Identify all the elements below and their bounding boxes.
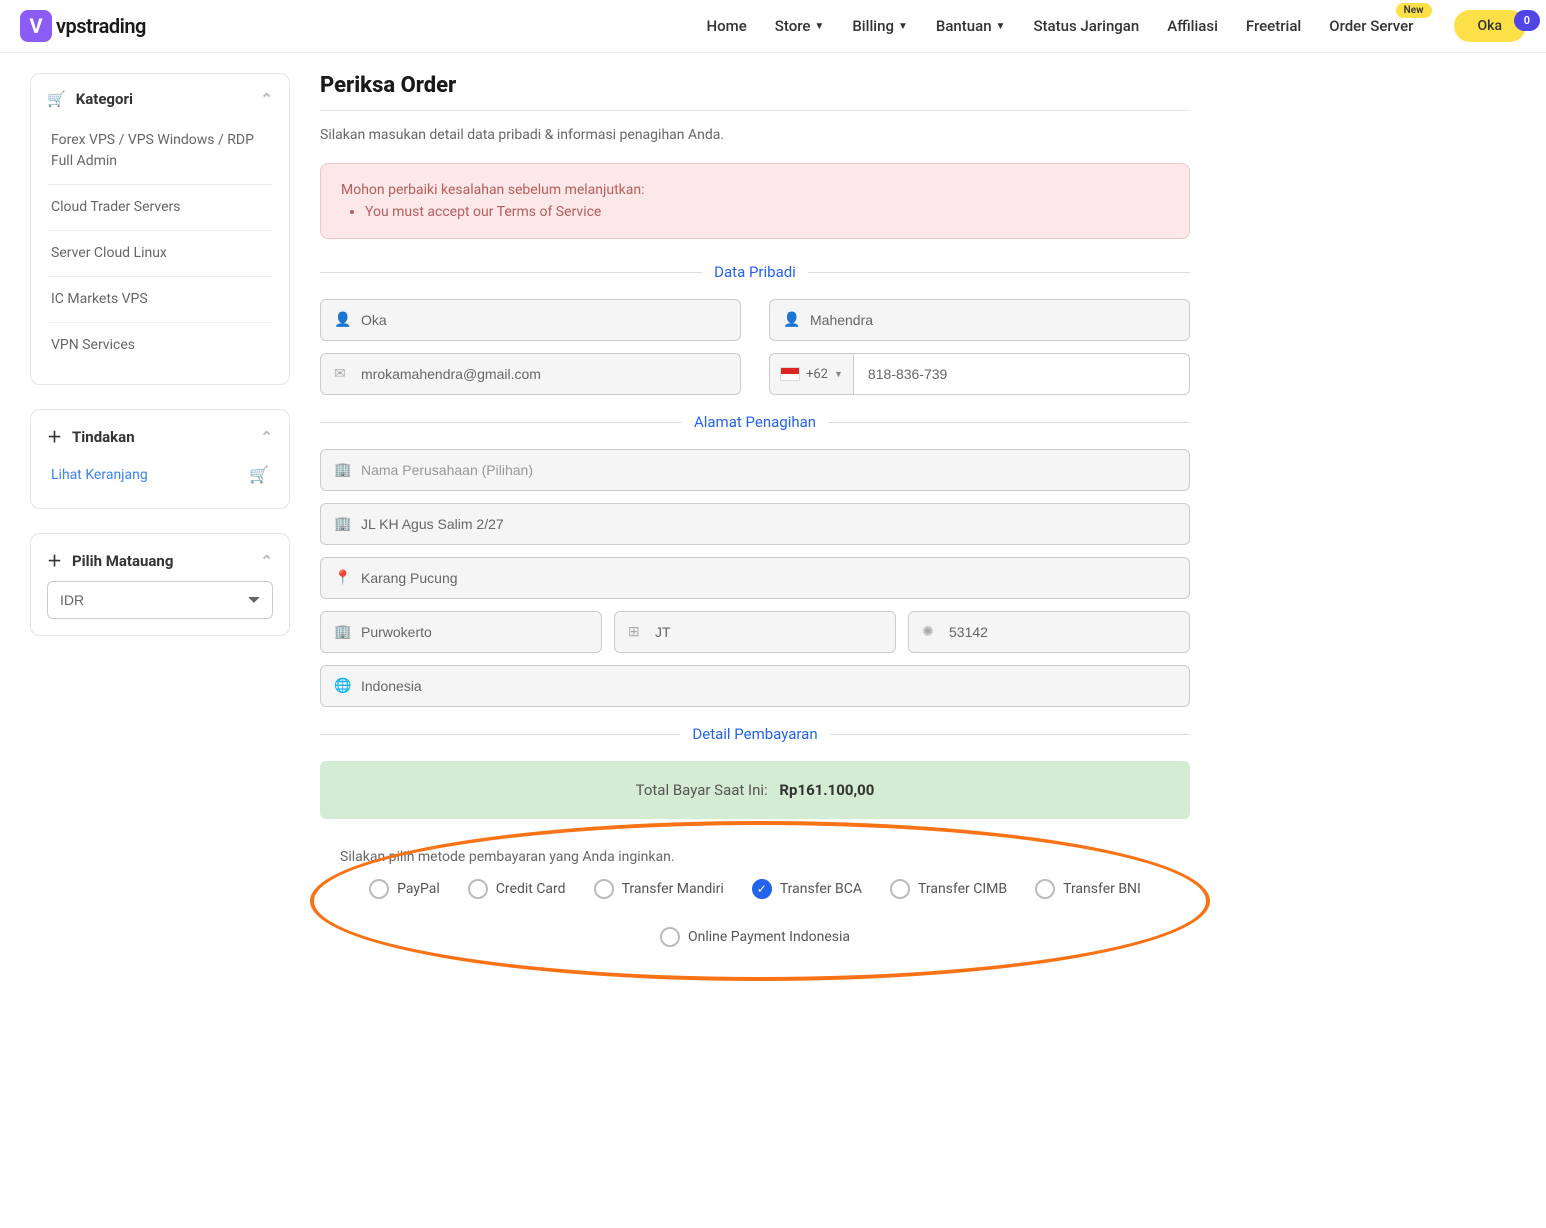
view-cart-link[interactable]: Lihat Keranjang — [51, 467, 148, 483]
alert-title: Mohon perbaiki kesalahan sebelum melanju… — [341, 182, 1169, 198]
plus-icon: ＋ — [47, 426, 62, 447]
logo-text: vpstrading — [56, 14, 146, 38]
globe-icon: 🌐 — [334, 678, 351, 694]
plus-icon: ＋ — [47, 550, 62, 571]
currency-panel: ＋ Pilih Matauang ⌃ IDR — [30, 533, 290, 636]
nav-status[interactable]: Status Jaringan — [1033, 17, 1139, 35]
phone-input[interactable] — [853, 353, 1190, 395]
map-icon: ⊞ — [628, 624, 640, 640]
logo[interactable]: V vpstrading — [20, 10, 146, 42]
country-input[interactable] — [320, 665, 1190, 707]
city-input[interactable] — [320, 557, 1190, 599]
currency-select[interactable]: IDR — [47, 581, 273, 619]
category-item[interactable]: Forex VPS / VPS Windows / RDP Full Admin — [47, 118, 273, 185]
chevron-up-icon: ⌃ — [260, 90, 273, 108]
chevron-down-icon: ▼ — [814, 21, 824, 32]
pin-icon: 📍 — [334, 570, 351, 586]
nav-bantuan[interactable]: Bantuan▼ — [936, 17, 1006, 35]
tindakan-header[interactable]: ＋ Tindakan ⌃ — [47, 426, 273, 447]
currency-header[interactable]: ＋ Pilih Matauang ⌃ — [47, 550, 273, 571]
section-billing-address: Alamat Penagihan — [320, 413, 1190, 431]
last-name-input[interactable] — [769, 299, 1190, 341]
building-icon: 🏢 — [334, 462, 351, 478]
page-title: Periksa Order — [320, 73, 1190, 98]
first-name-input[interactable] — [320, 299, 741, 341]
section-personal-data: Data Pribadi — [320, 263, 1190, 281]
phone-country-select[interactable]: +62 ▼ — [769, 353, 853, 395]
certificate-icon: ✺ — [922, 624, 934, 640]
district-input[interactable] — [320, 611, 602, 653]
sidebar: 🛒 Kategori ⌃ Forex VPS / VPS Windows / R… — [30, 73, 290, 957]
payment-mandiri[interactable]: Transfer Mandiri — [594, 879, 724, 899]
page-subtitle: Silakan masukan detail data pribadi & in… — [320, 127, 1190, 143]
category-item[interactable]: Server Cloud Linux — [47, 231, 273, 277]
logo-icon: V — [20, 10, 52, 42]
email-input[interactable] — [320, 353, 741, 395]
cart-icon: 🛒 — [249, 465, 269, 484]
total-amount: Rp161.100,00 — [779, 781, 874, 799]
main-content: Periksa Order Silakan masukan detail dat… — [320, 73, 1190, 957]
address-input[interactable] — [320, 503, 1190, 545]
payment-bni[interactable]: Transfer BNI — [1035, 879, 1141, 899]
payment-bca[interactable]: ✓Transfer BCA — [752, 879, 862, 899]
payment-credit-card[interactable]: Credit Card — [468, 879, 566, 899]
payment-online-indonesia[interactable]: Online Payment Indonesia — [660, 927, 850, 947]
chevron-up-icon: ⌃ — [260, 552, 273, 570]
nav-freetrial[interactable]: Freetrial — [1246, 17, 1301, 35]
nav-billing[interactable]: Billing▼ — [852, 17, 908, 35]
payment-paypal[interactable]: PayPal — [369, 879, 440, 899]
user-icon: 👤 — [783, 312, 800, 328]
flag-icon — [780, 367, 800, 381]
alert-item: You must accept our Terms of Service — [365, 204, 1169, 220]
nav-store[interactable]: Store▼ — [775, 17, 825, 35]
chevron-down-icon: ▼ — [834, 369, 843, 380]
category-list: Forex VPS / VPS Windows / RDP Full Admin… — [47, 118, 273, 368]
envelope-icon: ✉ — [334, 366, 346, 382]
phone-input-group: +62 ▼ — [769, 353, 1190, 395]
payment-section: Silakan pilih metode pembayaran yang And… — [320, 839, 1190, 957]
user-icon: 👤 — [334, 312, 351, 328]
category-item[interactable]: Cloud Trader Servers — [47, 185, 273, 231]
main-nav: Home Store▼ Billing▼ Bantuan▼ Status Jar… — [707, 17, 1414, 35]
payment-instruction: Silakan pilih metode pembayaran yang And… — [340, 849, 1170, 865]
tindakan-panel: ＋ Tindakan ⌃ Lihat Keranjang 🛒 — [30, 409, 290, 509]
category-item[interactable]: VPN Services — [47, 323, 273, 368]
kategori-panel: 🛒 Kategori ⌃ Forex VPS / VPS Windows / R… — [30, 73, 290, 385]
building-icon: 🏢 — [334, 516, 351, 532]
nav-home[interactable]: Home — [707, 17, 747, 35]
kategori-header[interactable]: 🛒 Kategori ⌃ — [47, 90, 273, 108]
cart-count-badge[interactable]: 0 — [1514, 10, 1540, 31]
error-alert: Mohon perbaiki kesalahan sebelum melanju… — [320, 163, 1190, 239]
total-box: Total Bayar Saat Ini: Rp161.100,00 — [320, 761, 1190, 819]
chevron-down-icon: ▼ — [898, 21, 908, 32]
cart-icon: 🛒 — [47, 90, 66, 108]
divider — [320, 110, 1190, 111]
header: V vpstrading Home Store▼ Billing▼ Bantua… — [0, 0, 1546, 53]
postal-input[interactable] — [908, 611, 1190, 653]
chevron-down-icon: ▼ — [996, 21, 1006, 32]
payment-cimb[interactable]: Transfer CIMB — [890, 879, 1007, 899]
category-item[interactable]: IC Markets VPS — [47, 277, 273, 323]
new-badge: New — [1396, 3, 1432, 18]
section-payment-details: Detail Pembayaran — [320, 725, 1190, 743]
building-icon: 🏢 — [334, 624, 351, 640]
nav-affiliasi[interactable]: Affiliasi — [1167, 17, 1218, 35]
chevron-up-icon: ⌃ — [260, 428, 273, 446]
company-input[interactable] — [320, 449, 1190, 491]
nav-order-server[interactable]: Order ServerNew — [1329, 17, 1413, 35]
state-input[interactable] — [614, 611, 896, 653]
